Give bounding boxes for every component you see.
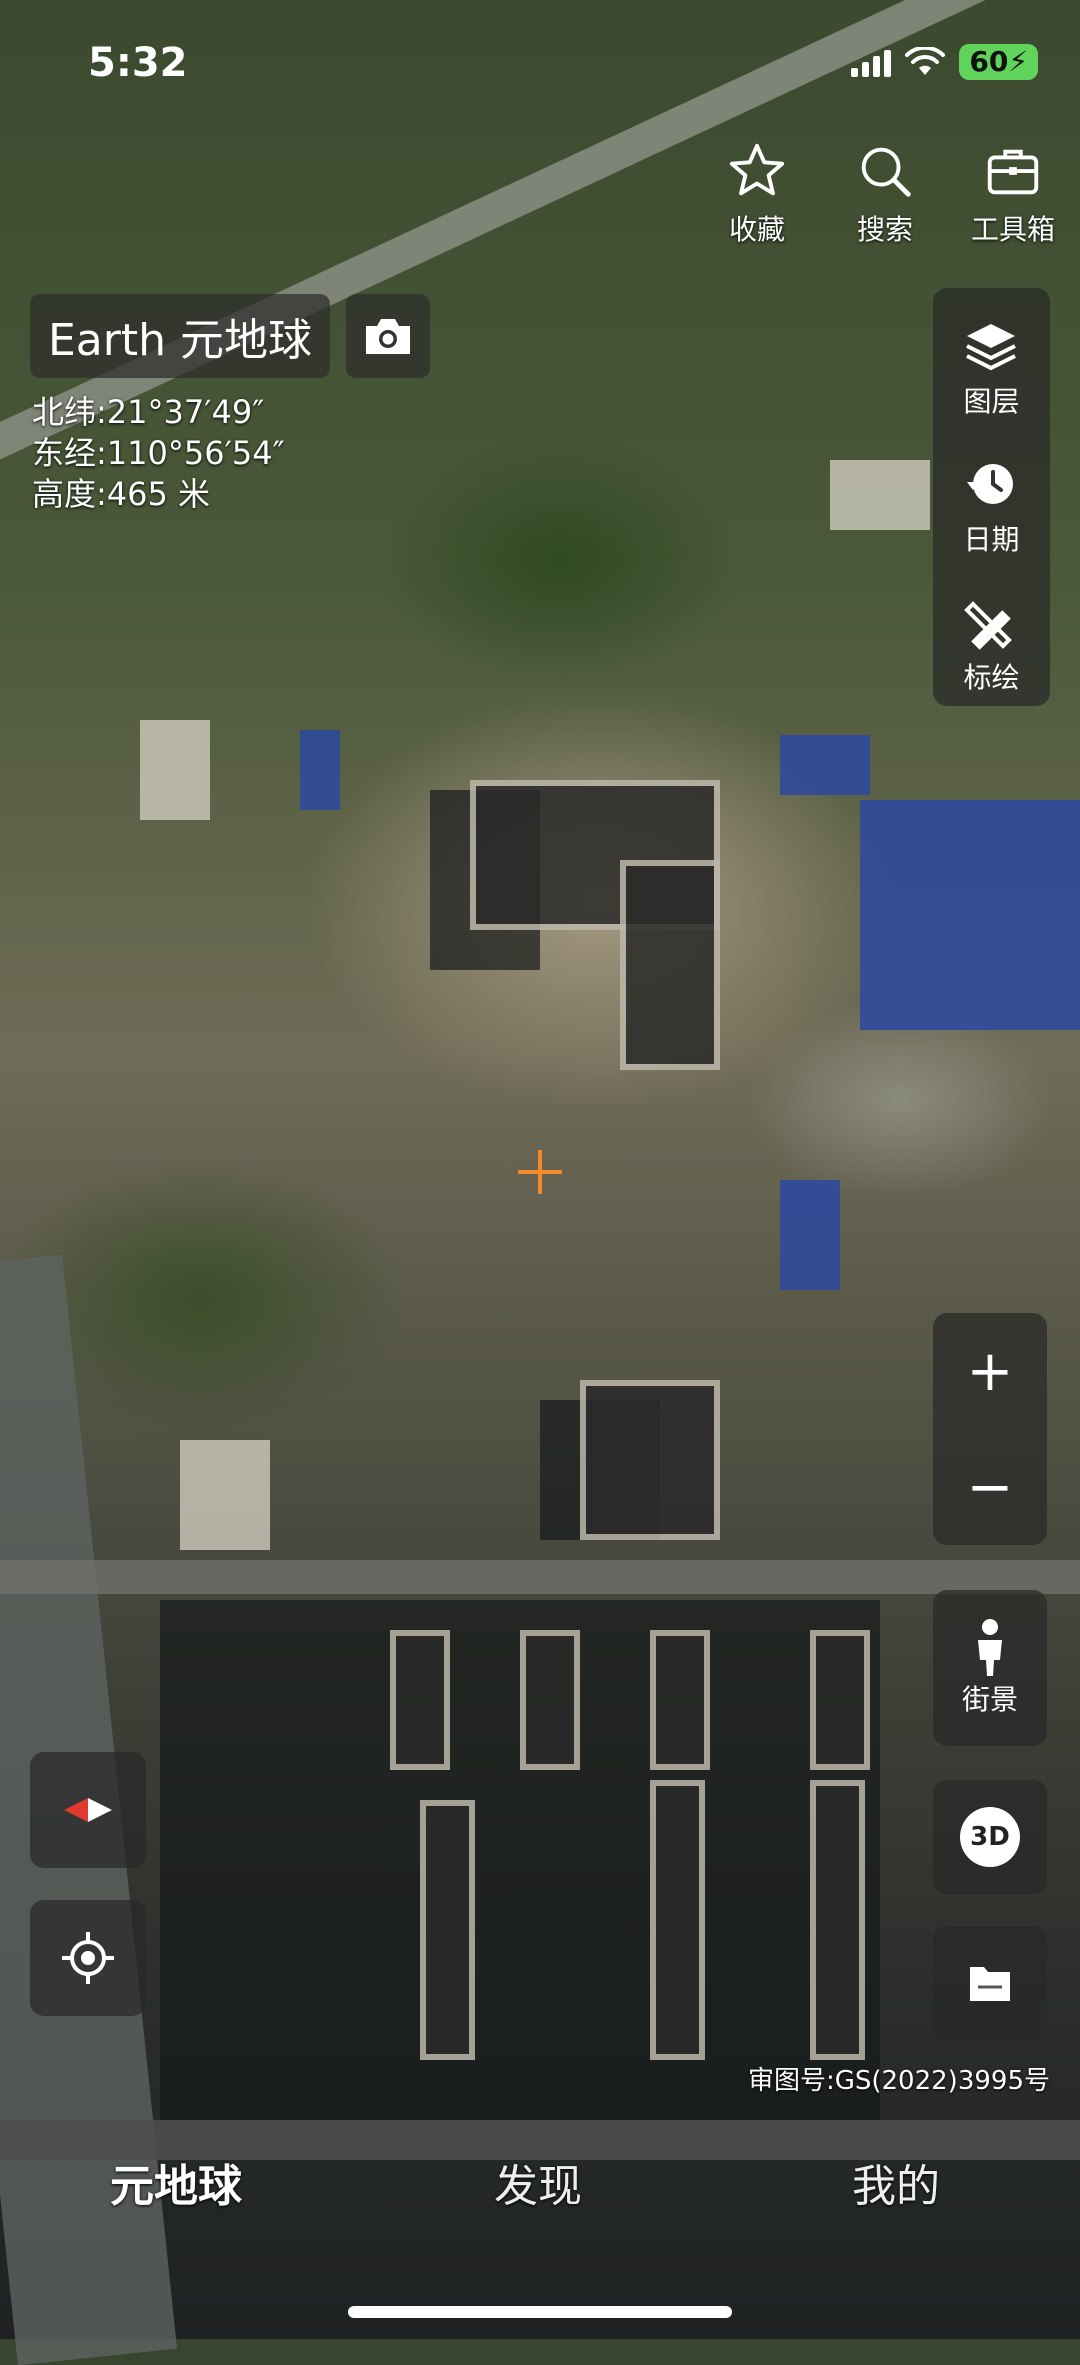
app-title[interactable]: Earth 元地球 bbox=[30, 294, 330, 378]
map-approval-number: 审图号:GS(2022)3995号 bbox=[747, 2066, 1050, 2096]
zoom-in-button[interactable]: + bbox=[933, 1313, 1047, 1429]
person-icon bbox=[978, 1619, 1002, 1676]
building bbox=[140, 720, 210, 820]
folder-button[interactable] bbox=[933, 1926, 1047, 2040]
tower bbox=[580, 1380, 720, 1540]
toolbox-label: 工具箱 bbox=[970, 213, 1055, 246]
tower bbox=[420, 1800, 475, 2060]
street bbox=[0, 1560, 1080, 1594]
draw-label: 标绘 bbox=[963, 661, 1020, 694]
camera-icon bbox=[366, 319, 410, 354]
star-icon bbox=[729, 143, 785, 196]
3d-label: 3D bbox=[960, 1807, 1020, 1867]
search-button[interactable]: 搜索 bbox=[838, 140, 932, 248]
nav-me[interactable]: 我的 bbox=[852, 2150, 940, 2214]
layers-button[interactable]: 图层 bbox=[963, 318, 1020, 420]
bottom-nav: 元地球 发现 我的 bbox=[0, 2150, 1080, 2220]
blue-roof bbox=[780, 735, 870, 795]
tower bbox=[650, 1630, 710, 1770]
building bbox=[830, 460, 930, 530]
locate-icon bbox=[62, 1932, 114, 1984]
blue-roof bbox=[780, 1180, 840, 1290]
search-icon bbox=[861, 147, 911, 197]
coordinates-readout: 北纬:21°37′49″ 东经:110°56′54″ 高度:465 米 bbox=[32, 392, 285, 515]
tower bbox=[810, 1630, 870, 1770]
layers-label: 图层 bbox=[963, 385, 1020, 418]
zoom-control: + − bbox=[933, 1313, 1047, 1545]
locate-button[interactable] bbox=[30, 1900, 146, 2016]
favorites-button[interactable]: 收藏 bbox=[710, 140, 804, 248]
tool-panel: 图层 日期 标绘 bbox=[933, 288, 1050, 706]
status-icons: 60⚡ bbox=[851, 44, 1038, 80]
latitude: 北纬:21°37′49″ bbox=[32, 393, 265, 431]
date-label: 日期 bbox=[963, 523, 1020, 556]
draw-button[interactable]: 标绘 bbox=[963, 594, 1020, 696]
longitude: 东经:110°56′54″ bbox=[32, 434, 285, 472]
date-button[interactable]: 日期 bbox=[963, 456, 1020, 558]
nav-earth[interactable]: 元地球 bbox=[110, 2150, 242, 2214]
toolbox-icon bbox=[987, 149, 1039, 195]
charging-icon: ⚡ bbox=[1008, 45, 1028, 78]
toolbox-button[interactable]: 工具箱 bbox=[966, 140, 1060, 248]
home-indicator[interactable] bbox=[348, 2306, 732, 2318]
battery-level: 60 bbox=[969, 45, 1009, 78]
crosshair-icon bbox=[518, 1150, 562, 1194]
search-label: 搜索 bbox=[856, 213, 913, 246]
screenshot-button[interactable] bbox=[346, 294, 430, 378]
zoom-out-button[interactable]: − bbox=[933, 1429, 1047, 1545]
street-view-button[interactable]: 街景 bbox=[933, 1590, 1047, 1746]
nav-discover[interactable]: 发现 bbox=[494, 2150, 582, 2214]
tower bbox=[810, 1780, 865, 2060]
compass-icon bbox=[64, 1798, 112, 1822]
battery-indicator: 60⚡ bbox=[959, 44, 1038, 80]
wifi-icon bbox=[905, 47, 946, 75]
clock-icon bbox=[967, 464, 1014, 504]
tower bbox=[620, 860, 720, 1070]
tower bbox=[650, 1780, 705, 2060]
blue-roof bbox=[300, 730, 340, 810]
ruler-pencil-icon bbox=[964, 601, 1013, 650]
altitude: 高度:465 米 bbox=[32, 475, 211, 513]
cellular-signal-icon bbox=[851, 47, 892, 77]
3d-button[interactable]: 3D bbox=[933, 1780, 1047, 1894]
top-actions: 收藏 搜索 工具箱 bbox=[710, 140, 1060, 248]
building bbox=[180, 1440, 270, 1550]
folder-icon bbox=[970, 1967, 1010, 2001]
favorites-label: 收藏 bbox=[728, 213, 785, 246]
layers-icon bbox=[966, 324, 1017, 371]
tower bbox=[520, 1630, 580, 1770]
blue-roof bbox=[860, 800, 1080, 1030]
tower bbox=[390, 1630, 450, 1770]
compass-button[interactable] bbox=[30, 1752, 146, 1868]
street-view-label: 街景 bbox=[961, 1683, 1018, 1716]
status-time: 5:32 bbox=[88, 40, 188, 86]
